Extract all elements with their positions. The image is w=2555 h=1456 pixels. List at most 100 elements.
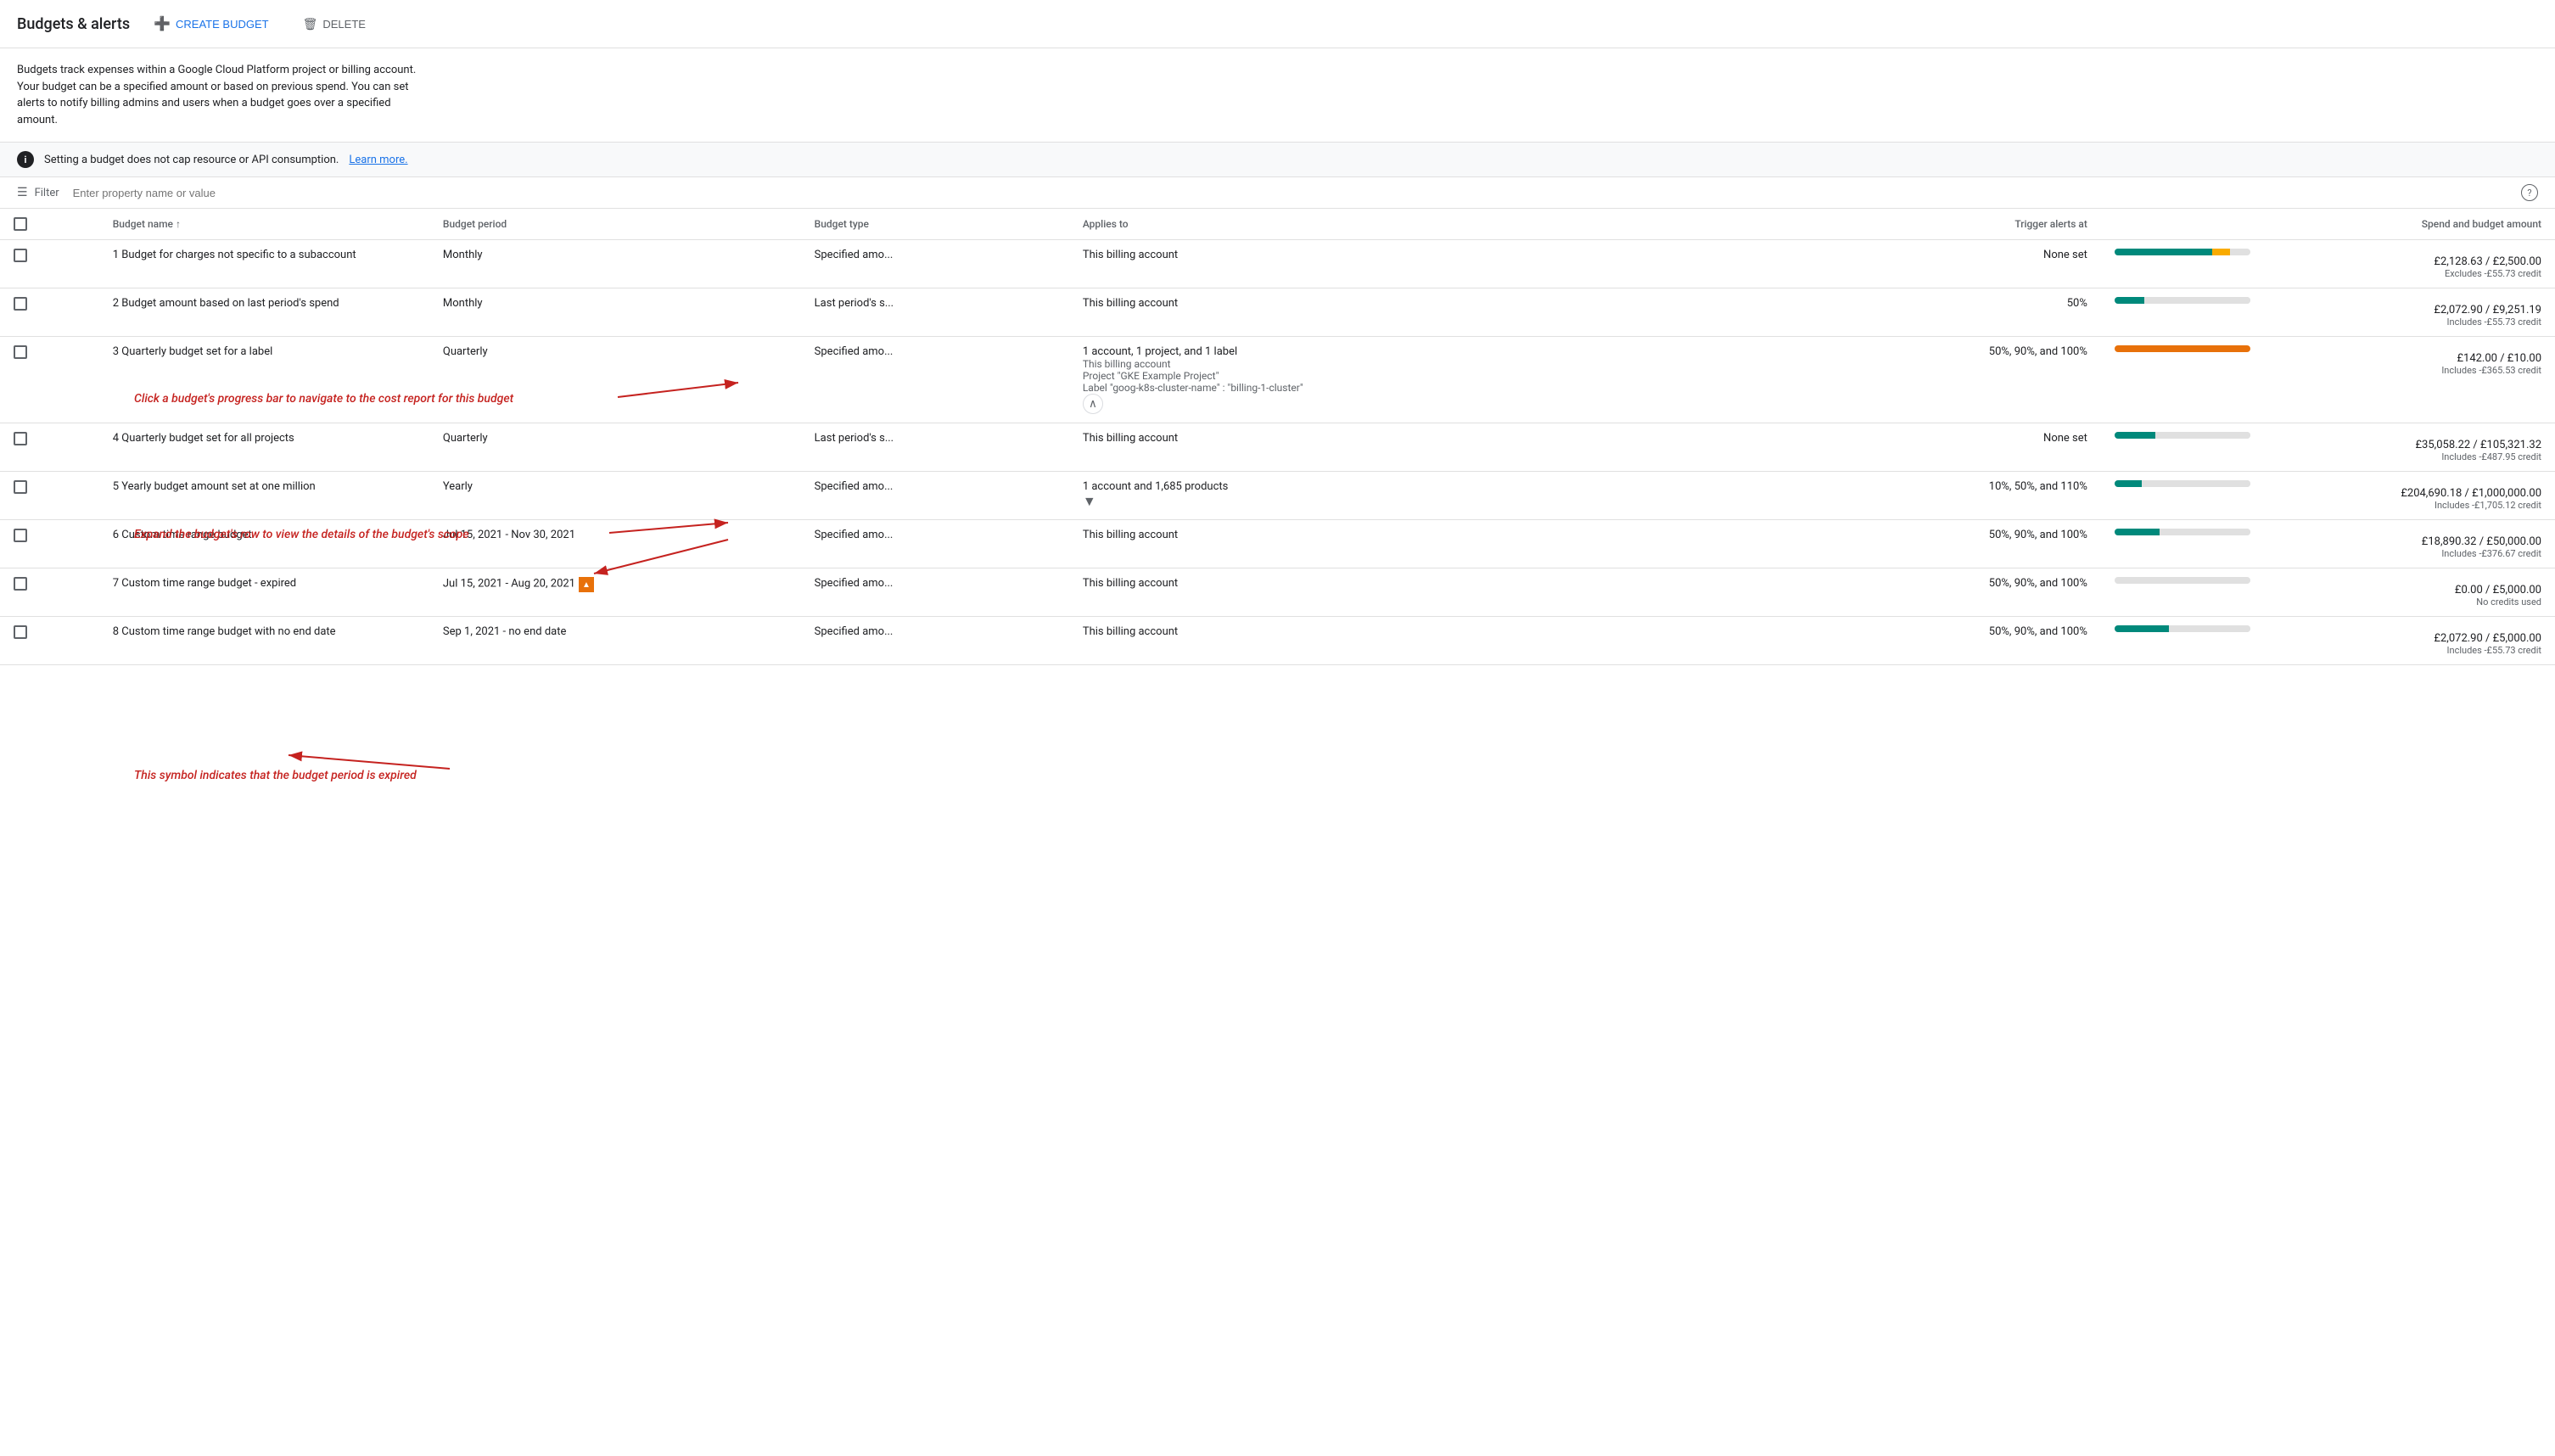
- budget-name-cell: 5 Yearly budget amount set at one millio…: [99, 472, 429, 520]
- progress-bar[interactable]: [2115, 529, 2250, 535]
- budget-name-cell: 4 Quarterly budget set for all projects: [99, 423, 429, 472]
- amount-main: £204,690.18 / £1,000,000.00: [2115, 487, 2541, 500]
- progress-segment: [2115, 529, 2160, 535]
- table-row: 4 Quarterly budget set for all projects …: [0, 423, 2555, 472]
- spend-amount-cell: £18,890.32 / £50,000.00 Includes -£376.6…: [2101, 520, 2555, 568]
- progress-segment: [2115, 432, 2155, 439]
- budget-type: Specified amo...: [815, 249, 894, 261]
- progress-segment: [2115, 297, 2144, 304]
- trigger-value: 50%: [2067, 297, 2087, 310]
- amount-main: £35,058.22 / £105,321.32: [2115, 439, 2541, 451]
- progress-bar[interactable]: [2115, 297, 2250, 304]
- budget-period: Quarterly: [443, 432, 488, 445]
- table-row: 7 Custom time range budget - expired Jul…: [0, 568, 2555, 617]
- progress-bar[interactable]: [2115, 249, 2250, 255]
- amount-sub: Includes -£55.73 credit: [2115, 316, 2541, 328]
- trigger-value: 50%, 90%, and 100%: [1989, 529, 2087, 541]
- progress-bar[interactable]: [2115, 577, 2250, 584]
- budget-name: 2 Budget amount based on last period's s…: [113, 297, 416, 310]
- row-checkbox-cell: [0, 617, 99, 665]
- col-header-spend[interactable]: Spend and budget amount: [2101, 209, 2555, 240]
- spend-amount-cell: £35,058.22 / £105,321.32 Includes -£487.…: [2101, 423, 2555, 472]
- plus-icon: ➕: [154, 15, 171, 32]
- filter-input[interactable]: [73, 187, 2514, 199]
- budget-type-cell: Specified amo...: [801, 568, 1069, 617]
- trigger-alerts-cell: 50%, 90%, and 100%: [1771, 520, 2101, 568]
- budget-name: 6 Custom time range budget: [113, 529, 416, 541]
- row-checkbox-cell: [0, 288, 99, 337]
- budget-period: Sep 1, 2021 - no end date: [443, 625, 567, 638]
- budget-type: Specified amo...: [815, 345, 894, 358]
- applies-to-main: 1 account, 1 project, and 1 label: [1083, 345, 1757, 358]
- budget-name-cell: 1 Budget for charges not specific to a s…: [99, 240, 429, 288]
- expand-arrow[interactable]: ▼: [1083, 493, 1096, 509]
- col-header-applies[interactable]: Applies to: [1069, 209, 1771, 240]
- budget-name: 3 Quarterly budget set for a label: [113, 345, 416, 358]
- amount-main: £142.00 / £10.00: [2115, 352, 2541, 365]
- learn-more-link[interactable]: Learn more.: [349, 154, 407, 166]
- budget-name: 7 Custom time range budget - expired: [113, 577, 416, 590]
- trigger-value: 10%, 50%, and 110%: [1989, 480, 2087, 493]
- progress-bar[interactable]: [2115, 345, 2250, 352]
- col-header-trigger[interactable]: Trigger alerts at: [1771, 209, 2101, 240]
- progress-segment: [2160, 529, 2250, 535]
- row-checkbox[interactable]: [14, 297, 27, 311]
- expired-icon: ▲: [579, 577, 594, 592]
- spend-amount-cell: £2,072.90 / £5,000.00 Includes -£55.73 c…: [2101, 617, 2555, 665]
- progress-bar[interactable]: [2115, 625, 2250, 632]
- col-header-name[interactable]: Budget name ↑: [99, 209, 429, 240]
- trigger-alerts-cell: None set: [1771, 423, 2101, 472]
- progress-bar[interactable]: [2115, 480, 2250, 487]
- filter-bar: ☰ Filter ?: [0, 177, 2555, 209]
- table-row: 1 Budget for charges not specific to a s…: [0, 240, 2555, 288]
- col-header-period[interactable]: Budget period: [429, 209, 801, 240]
- budgets-table: Budget name ↑ Budget period Budget type …: [0, 209, 2555, 665]
- budget-type-cell: Specified amo...: [801, 617, 1069, 665]
- table-row: 6 Custom time range budget Jul 15, 2021 …: [0, 520, 2555, 568]
- budget-name-cell: 7 Custom time range budget - expired: [99, 568, 429, 617]
- spend-amount-cell: £142.00 / £10.00 Includes -£365.53 credi…: [2101, 337, 2555, 423]
- amount-main: £2,072.90 / £5,000.00: [2115, 632, 2541, 645]
- trigger-alerts-cell: 50%, 90%, and 100%: [1771, 568, 2101, 617]
- applies-to-main: This billing account: [1083, 577, 1757, 590]
- delete-button[interactable]: 🗑 DELETE: [293, 12, 376, 36]
- row-checkbox-cell: [0, 568, 99, 617]
- collapse-button[interactable]: ∧: [1083, 394, 1103, 414]
- applies-to-sub: Label "goog-k8s-cluster-name" : "billing…: [1083, 382, 1757, 394]
- applies-to-sub: Project "GKE Example Project": [1083, 370, 1757, 382]
- row-checkbox[interactable]: [14, 249, 27, 262]
- progress-bar[interactable]: [2115, 432, 2250, 439]
- row-checkbox[interactable]: [14, 577, 27, 591]
- row-checkbox-cell: [0, 337, 99, 423]
- row-checkbox[interactable]: [14, 529, 27, 542]
- col-header-check: [0, 209, 99, 240]
- progress-segment: [2142, 480, 2250, 487]
- row-checkbox[interactable]: [14, 345, 27, 359]
- amount-main: £2,072.90 / £9,251.19: [2115, 304, 2541, 316]
- row-checkbox[interactable]: [14, 625, 27, 639]
- budget-period-cell: Quarterly: [429, 337, 801, 423]
- col-header-type[interactable]: Budget type: [801, 209, 1069, 240]
- trigger-alerts-cell: 50%: [1771, 288, 2101, 337]
- budget-period: Monthly: [443, 249, 483, 261]
- help-icon[interactable]: ?: [2521, 184, 2538, 201]
- row-checkbox-cell: [0, 520, 99, 568]
- filter-label: Filter: [35, 187, 59, 199]
- trigger-value: 50%, 90%, and 100%: [1989, 577, 2087, 590]
- trigger-value: 50%, 90%, and 100%: [1989, 345, 2087, 358]
- applies-to-cell: This billing account: [1069, 520, 1771, 568]
- budget-type-cell: Last period's s...: [801, 423, 1069, 472]
- applies-to-cell: 1 account, 1 project, and 1 labelThis bi…: [1069, 337, 1771, 423]
- progress-segment: [2115, 625, 2169, 632]
- row-checkbox[interactable]: [14, 432, 27, 445]
- table-row: 3 Quarterly budget set for a label Quart…: [0, 337, 2555, 423]
- select-all-checkbox[interactable]: [14, 217, 27, 231]
- filter-icon: ☰: [17, 186, 28, 199]
- info-banner: i Setting a budget does not cap resource…: [0, 142, 2555, 177]
- create-budget-button[interactable]: ➕ CREATE BUDGET: [143, 10, 278, 37]
- budget-name-cell: 6 Custom time range budget: [99, 520, 429, 568]
- budget-type-cell: Specified amo...: [801, 520, 1069, 568]
- row-checkbox[interactable]: [14, 480, 27, 494]
- budget-type: Specified amo...: [815, 577, 894, 590]
- budget-type: Specified amo...: [815, 480, 894, 493]
